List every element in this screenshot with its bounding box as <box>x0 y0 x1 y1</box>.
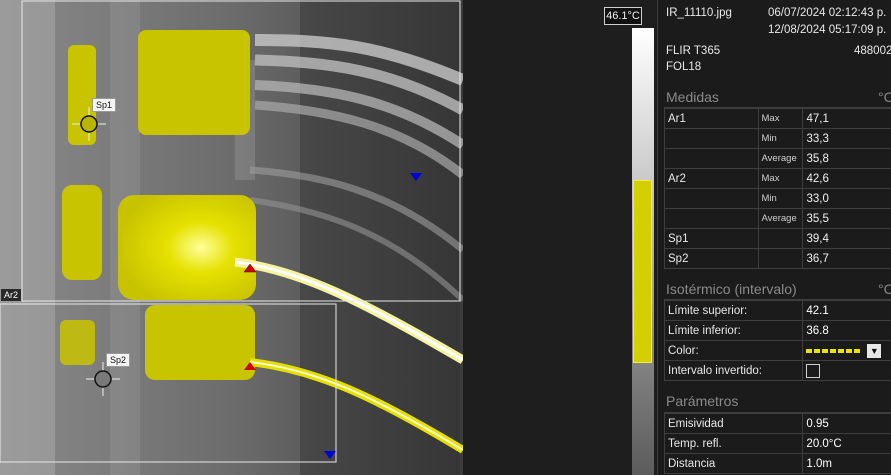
measurement-value: 33,0 <box>802 188 891 209</box>
measurement-stat: Min <box>757 188 804 209</box>
measurement-row[interactable]: Sp1 39,4 <box>664 228 891 249</box>
emissivity-row: Emisividad 0.95 <box>663 413 891 434</box>
refl-temp-row: Temp. refl. 20.0°C <box>663 433 891 454</box>
isotherm-inverted-label: Intervalo invertido: <box>663 360 804 381</box>
chevron-down-icon[interactable]: ▼ <box>867 343 882 358</box>
measurement-stat: Min <box>757 128 804 149</box>
isotherm-title: Isotérmico (intervalo) <box>666 281 797 297</box>
scale-max-temp[interactable]: 46.1°C <box>604 7 642 25</box>
measurements-unit: °C <box>878 89 891 105</box>
measurement-name: Sp2 <box>664 248 759 269</box>
measurements-table: Ar1 Max 47,1 Min 33,3 Average 35,8 Ar2 Max 42,6 Mi… <box>664 108 891 269</box>
measurement-row[interactable]: Ar1 Max 47,1 <box>664 108 891 129</box>
isotherm-upper-row: Límite superior: 42.1 <box>663 300 891 321</box>
isotherm-band[interactable] <box>633 180 652 363</box>
measurement-stat <box>757 228 804 249</box>
lens-model: FOL18 <box>666 61 702 73</box>
measurement-row[interactable]: Ar2 Max 42,6 <box>664 168 891 189</box>
spot-sp2-label[interactable]: Sp2 <box>106 353 131 367</box>
measurement-name <box>664 188 759 209</box>
measurement-value: 35,8 <box>802 148 891 169</box>
isotherm-color-swatch[interactable] <box>806 348 862 353</box>
isotherm-table: Límite superior: 42.1 Límite inferior: 3… <box>663 300 891 381</box>
isotherm-color-select[interactable]: ▼ <box>802 340 891 361</box>
measurement-row[interactable]: Sp2 36,7 <box>664 248 891 269</box>
isotherm-inverted-row: Intervalo invertido: <box>663 360 891 381</box>
measurement-row[interactable]: Min 33,3 <box>664 128 891 149</box>
isotherm-inverted-checkbox[interactable] <box>806 363 821 378</box>
isotherm-lower-input[interactable]: 36.8 <box>802 320 891 341</box>
date-modified: 12/08/2024 05:17:09 p. <box>768 24 887 36</box>
measurement-value: 42,6 <box>802 168 891 189</box>
isotherm-inverted-cell <box>802 360 891 381</box>
emissivity-input[interactable]: 0.95 <box>802 413 891 434</box>
refl-temp-label: Temp. refl. <box>663 433 804 454</box>
isotherm-upper-label: Límite superior: <box>663 300 804 321</box>
thermal-image[interactable]: Sp1 Sp2 Ar2 <box>0 0 463 475</box>
measurement-stat: Average <box>757 148 804 169</box>
measurement-stat: Max <box>757 108 804 129</box>
measurements-title: Medidas <box>666 89 719 105</box>
measurement-stat: Average <box>757 208 804 229</box>
distance-input[interactable]: 1.0m <box>802 453 891 474</box>
measurement-name: Ar2 <box>664 168 759 189</box>
measurement-value: 39,4 <box>802 228 891 249</box>
measurement-name <box>664 208 759 229</box>
measurement-row[interactable]: Min 33,0 <box>664 188 891 209</box>
date-taken: 06/07/2024 02:12:43 p. <box>768 7 887 19</box>
measurement-name <box>664 148 759 169</box>
file-name: IR_11110.jpg <box>666 7 732 19</box>
refl-temp-input[interactable]: 20.0°C <box>802 433 891 454</box>
emissivity-label: Emisividad <box>663 413 804 434</box>
camera-model: FLIR T365 <box>666 45 721 57</box>
isotherm-upper-input[interactable]: 42.1 <box>802 300 891 321</box>
info-panel: IR_11110.jpg 06/07/2024 02:12:43 p. 12/0… <box>657 0 891 475</box>
camera-serial: 488002 <box>854 45 891 57</box>
spot-sp1-label[interactable]: Sp1 <box>92 98 117 112</box>
measurement-stat <box>757 248 804 269</box>
measurement-name <box>664 128 759 149</box>
measurement-name: Ar1 <box>664 108 759 129</box>
isotherm-lower-row: Límite inferior: 36.8 <box>663 320 891 341</box>
measurement-value: 47,1 <box>802 108 891 129</box>
isotherm-unit: °C <box>878 281 891 297</box>
measurement-stat: Max <box>757 168 804 189</box>
measurement-value: 33,3 <box>802 128 891 149</box>
distance-label: Distancia <box>663 453 804 474</box>
measurement-value: 36,7 <box>802 248 891 269</box>
parameters-table: Emisividad 0.95 Temp. refl. 20.0°C Dista… <box>663 413 891 474</box>
isotherm-lower-label: Límite inferior: <box>663 320 804 341</box>
area-ar2-label[interactable]: Ar2 <box>1 289 22 301</box>
distance-row: Distancia 1.0m <box>663 453 891 474</box>
measurement-name: Sp1 <box>664 228 759 249</box>
thermal-scene <box>0 0 463 475</box>
parameters-title: Parámetros <box>666 393 739 409</box>
measurement-row[interactable]: Average 35,5 <box>664 208 891 229</box>
measurement-row[interactable]: Average 35,8 <box>664 148 891 169</box>
measurement-value: 35,5 <box>802 208 891 229</box>
isotherm-color-row: Color: ▼ <box>663 340 891 361</box>
isotherm-color-label: Color: <box>663 340 804 361</box>
